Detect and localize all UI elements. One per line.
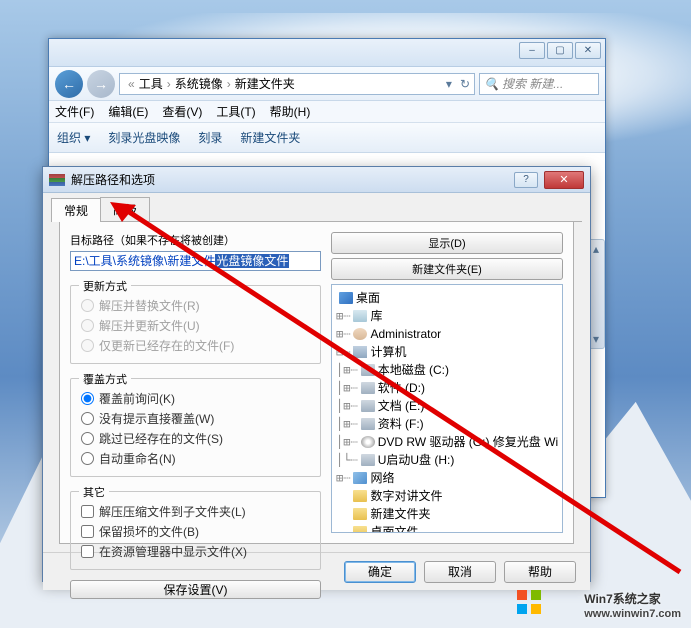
menu-view[interactable]: 查看(V) bbox=[162, 103, 202, 120]
explorer-nav: ← → « 工具› 系统镜像› 新建文件夹 ▾↻ 🔍搜索 新建... bbox=[49, 67, 605, 101]
tab-advanced[interactable]: 高级 bbox=[100, 197, 150, 221]
cancel-button[interactable]: 取消 bbox=[424, 561, 496, 583]
explorer-max-button[interactable]: ▢ bbox=[547, 42, 573, 59]
toolbar-burn-image[interactable]: 刻录光盘映像 bbox=[108, 129, 180, 146]
menu-file[interactable]: 文件(F) bbox=[55, 103, 94, 120]
menu-help[interactable]: 帮助(H) bbox=[270, 103, 311, 120]
update-group: 更新方式 解压并替换文件(R) 解压并更新文件(U) 仅更新已经存在的文件(F) bbox=[70, 285, 321, 364]
breadcrumb[interactable]: 系统镜像 bbox=[175, 75, 223, 92]
breadcrumb[interactable]: 工具 bbox=[139, 75, 163, 92]
menu-edit[interactable]: 编辑(E) bbox=[108, 103, 148, 120]
nav-forward-icon[interactable]: → bbox=[87, 70, 115, 98]
dvd-icon bbox=[361, 436, 375, 448]
explorer-min-button[interactable]: – bbox=[519, 42, 545, 59]
misc-broken-check[interactable] bbox=[81, 525, 94, 538]
folder-icon bbox=[353, 526, 367, 533]
save-settings-button[interactable]: 保存设置(V) bbox=[70, 580, 321, 599]
folder-icon bbox=[353, 508, 367, 520]
user-icon bbox=[353, 328, 367, 340]
usb-icon bbox=[361, 454, 375, 466]
dialog-help-button[interactable]: ? bbox=[514, 172, 538, 188]
help-button[interactable]: 帮助 bbox=[504, 561, 576, 583]
toolbar-new-folder[interactable]: 新建文件夹 bbox=[240, 129, 300, 146]
overwrite-rename-radio[interactable] bbox=[81, 452, 94, 465]
destination-path-input[interactable]: E:\工具\系统镜像\新建文件光盘镜像文件 bbox=[70, 251, 321, 271]
ok-button[interactable]: 确定 bbox=[344, 561, 416, 583]
menu-tools[interactable]: 工具(T) bbox=[216, 103, 255, 120]
overwrite-ask-radio[interactable] bbox=[81, 392, 94, 405]
explorer-toolbar: 组织 ▾ 刻录光盘映像 刻录 新建文件夹 bbox=[49, 123, 605, 153]
drive-icon bbox=[361, 382, 375, 394]
watermark: Win7系统之家 www.winwin7.com bbox=[584, 587, 681, 620]
misc-show-check[interactable] bbox=[81, 545, 94, 558]
tab-bar: 常规 高级 bbox=[51, 197, 582, 222]
drive-icon bbox=[361, 364, 375, 376]
desktop-icon bbox=[339, 292, 353, 304]
path-label: 目标路径（如果不存在将被创建） bbox=[70, 235, 235, 247]
address-bar[interactable]: « 工具› 系统镜像› 新建文件夹 ▾↻ bbox=[119, 73, 475, 95]
misc-subfolder-check[interactable] bbox=[81, 505, 94, 518]
misc-group: 其它 解压压缩文件到子文件夹(L) 保留损坏的文件(B) 在资源管理器中显示文件… bbox=[70, 491, 321, 570]
display-button[interactable]: 显示(D) bbox=[331, 232, 563, 254]
windows-logo-icon bbox=[517, 590, 541, 614]
dialog-close-button[interactable]: ✕ bbox=[544, 171, 584, 189]
toolbar-burn[interactable]: 刻录 bbox=[198, 129, 222, 146]
update-update-radio[interactable] bbox=[81, 319, 94, 332]
new-folder-button[interactable]: 新建文件夹(E) bbox=[331, 258, 563, 280]
explorer-titlebar: – ▢ ✕ bbox=[49, 39, 605, 67]
overwrite-group: 覆盖方式 覆盖前询问(K) 没有提示直接覆盖(W) 跳过已经存在的文件(S) 自… bbox=[70, 378, 321, 477]
dialog-title: 解压路径和选项 bbox=[71, 171, 508, 188]
library-icon bbox=[353, 310, 367, 322]
overwrite-skip-radio[interactable] bbox=[81, 432, 94, 445]
folder-tree[interactable]: 桌面 ⊞┈库 ⊞┈Administrator ⊟┈计算机 │⊞┈本地磁盘 (C:… bbox=[331, 284, 563, 533]
update-existing-radio[interactable] bbox=[81, 339, 94, 352]
nav-back-icon[interactable]: ← bbox=[55, 70, 83, 98]
extract-dialog: 解压路径和选项 ? ✕ 常规 高级 目标路径（如果不存在将被创建） E:\工具\… bbox=[42, 166, 591, 582]
dialog-titlebar: 解压路径和选项 ? ✕ bbox=[43, 167, 590, 193]
folder-icon bbox=[353, 490, 367, 502]
update-replace-radio[interactable] bbox=[81, 299, 94, 312]
toolbar-organize[interactable]: 组织 ▾ bbox=[57, 129, 90, 146]
network-icon bbox=[353, 472, 367, 484]
explorer-menu: 文件(F) 编辑(E) 查看(V) 工具(T) 帮助(H) bbox=[49, 101, 605, 123]
drive-icon bbox=[361, 418, 375, 430]
computer-icon bbox=[353, 346, 367, 358]
overwrite-silent-radio[interactable] bbox=[81, 412, 94, 425]
search-input[interactable]: 🔍搜索 新建... bbox=[479, 73, 599, 95]
drive-icon bbox=[361, 400, 375, 412]
explorer-close-button[interactable]: ✕ bbox=[575, 42, 601, 59]
winrar-icon bbox=[49, 174, 65, 186]
breadcrumb[interactable]: 新建文件夹 bbox=[235, 75, 295, 92]
tab-general[interactable]: 常规 bbox=[51, 198, 101, 222]
